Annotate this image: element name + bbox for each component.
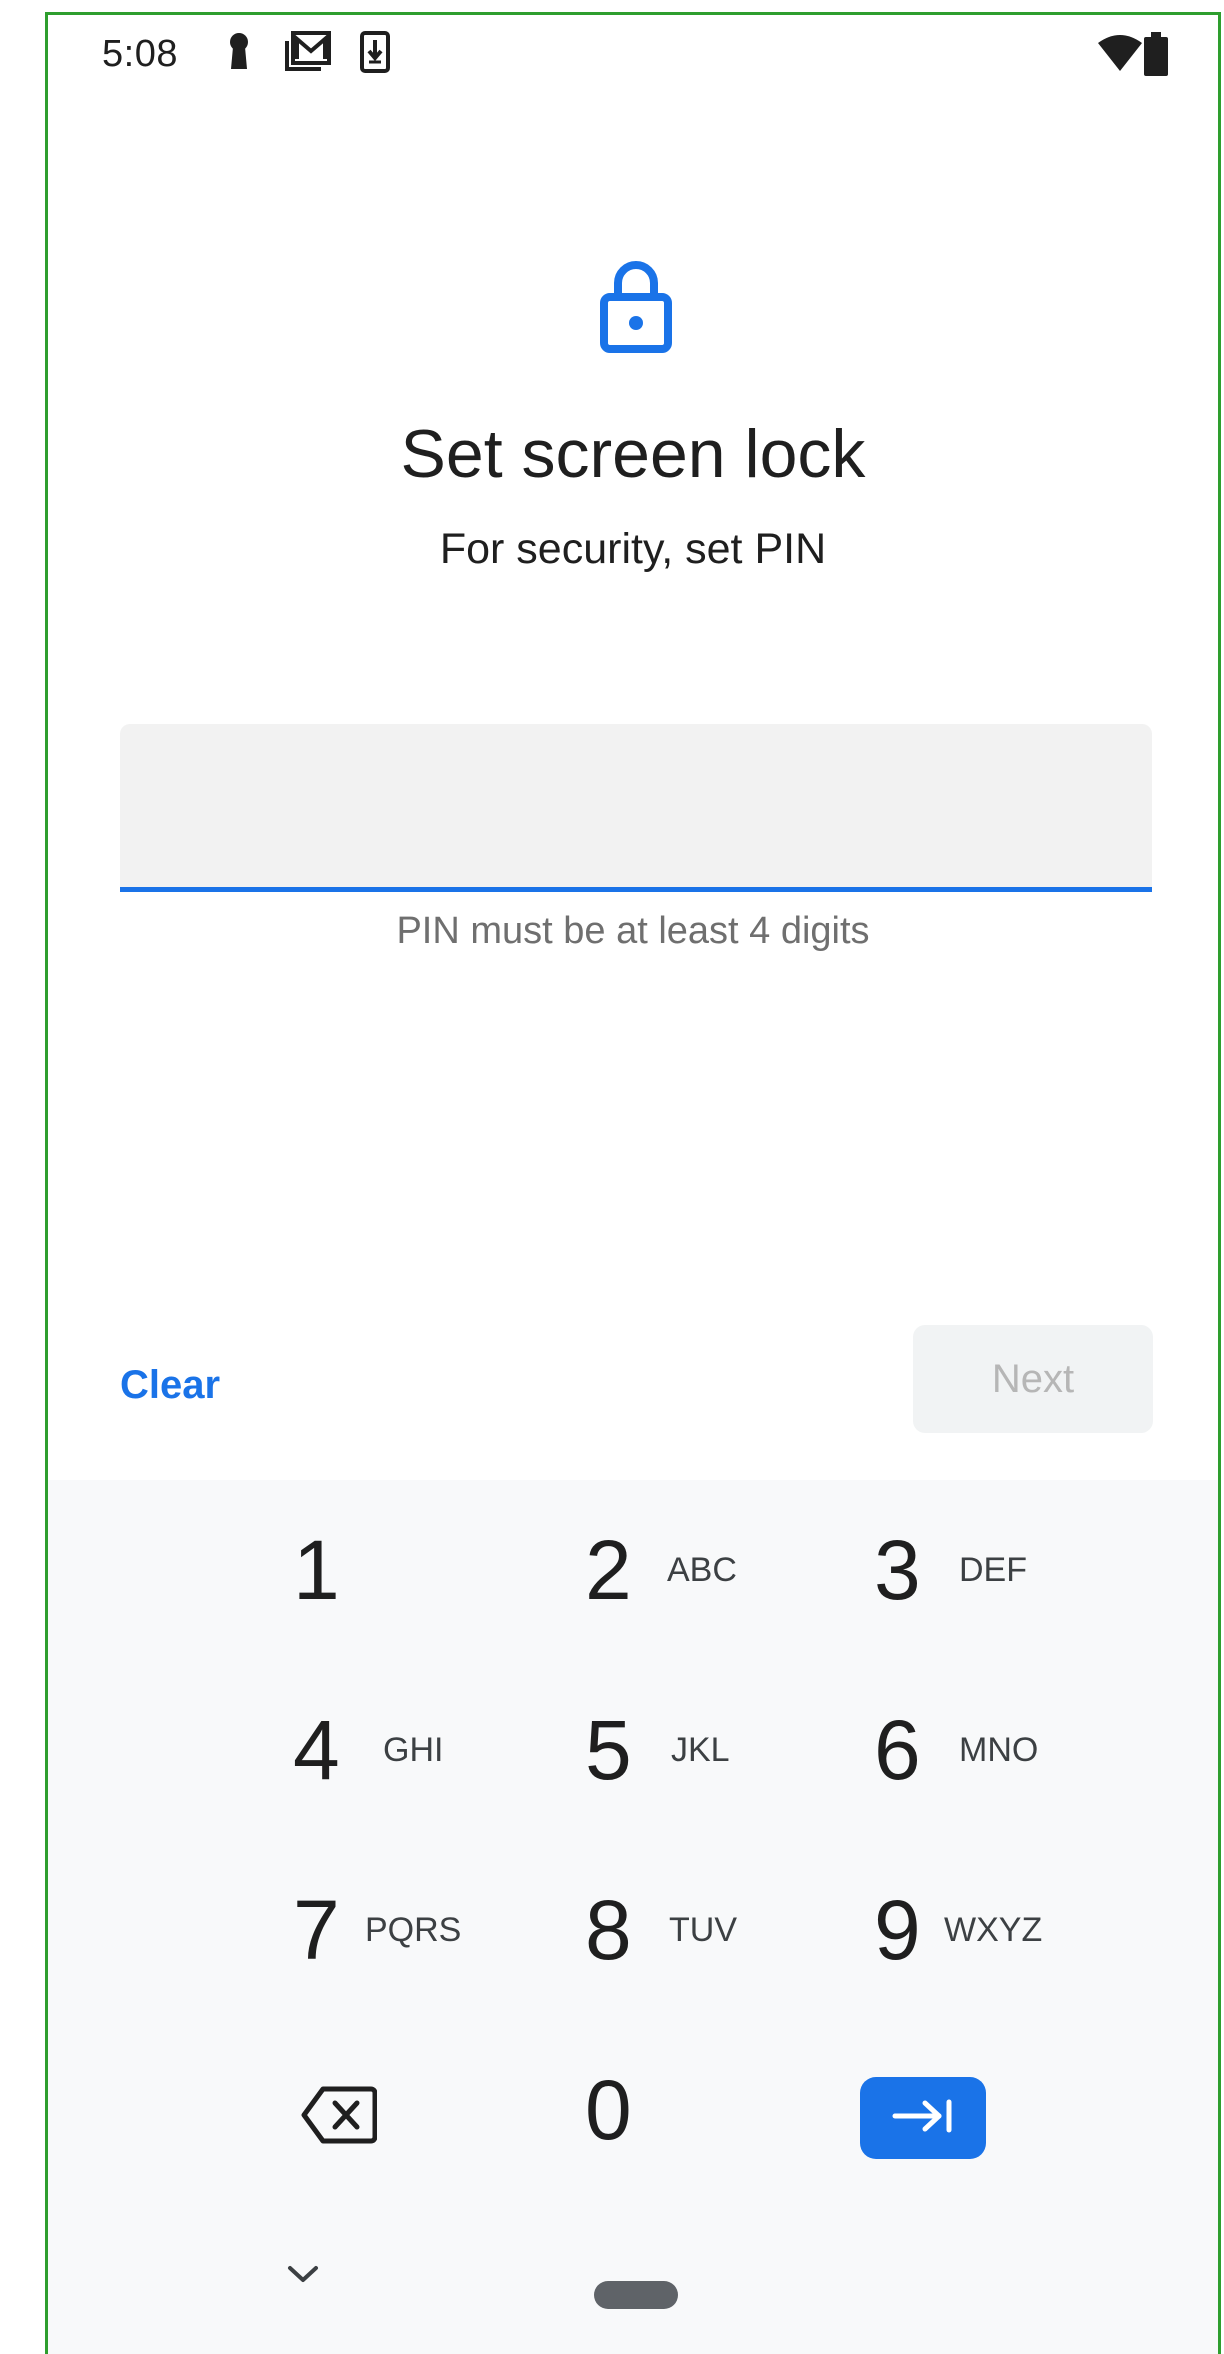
key-8[interactable]: 8 TUV bbox=[585, 1865, 835, 1995]
key-5[interactable]: 5 JKL bbox=[585, 1685, 835, 1815]
mail-icon bbox=[285, 31, 331, 76]
key-digit: 1 bbox=[293, 1523, 340, 1617]
key-3[interactable]: 3 DEF bbox=[874, 1505, 1124, 1635]
home-handle[interactable] bbox=[594, 2281, 678, 2309]
pin-hint: PIN must be at least 4 digits bbox=[396, 910, 870, 952]
lock-icon bbox=[598, 257, 674, 358]
key-digit: 0 bbox=[585, 2063, 632, 2157]
key-4[interactable]: 4 GHI bbox=[293, 1685, 543, 1815]
key-digit: 4 bbox=[293, 1703, 340, 1797]
key-1[interactable]: 1 bbox=[293, 1505, 543, 1635]
status-time: 5:08 bbox=[102, 33, 178, 75]
key-letters: MNO bbox=[959, 1731, 1039, 1769]
next-button[interactable]: Next bbox=[913, 1325, 1153, 1433]
key-letters: WXYZ bbox=[944, 1911, 1043, 1949]
screen-frame: 5:08 Set screen lock For security, set P… bbox=[45, 12, 1221, 2354]
key-letters: JKL bbox=[671, 1731, 730, 1769]
key-digit: 5 bbox=[585, 1703, 632, 1797]
key-letters: ABC bbox=[667, 1551, 737, 1589]
chevron-down-icon[interactable] bbox=[286, 2263, 320, 2290]
keyhole-icon bbox=[225, 31, 253, 76]
done-button[interactable] bbox=[860, 2077, 986, 2159]
status-bar: 5:08 bbox=[48, 15, 1218, 90]
key-6[interactable]: 6 MNO bbox=[874, 1685, 1124, 1815]
numeric-keypad: 1 2 ABC 3 DEF 4 GHI 5 JKL 6 MNO 7 PQRS 8… bbox=[48, 1480, 1218, 2354]
key-2[interactable]: 2 ABC bbox=[585, 1505, 835, 1635]
key-letters: GHI bbox=[383, 1731, 444, 1769]
clear-button[interactable]: Clear bbox=[120, 1363, 220, 1408]
key-digit: 9 bbox=[874, 1883, 921, 1977]
key-7[interactable]: 7 PQRS bbox=[293, 1865, 543, 1995]
pin-field[interactable] bbox=[120, 724, 1156, 892]
key-digit: 2 bbox=[585, 1523, 632, 1617]
key-letters: PQRS bbox=[365, 1911, 462, 1949]
key-digit: 7 bbox=[293, 1883, 340, 1977]
battery-icon bbox=[1144, 32, 1168, 81]
page-title: Set screen lock bbox=[400, 416, 866, 492]
key-digit: 8 bbox=[585, 1883, 632, 1977]
tab-arrow-icon bbox=[891, 2096, 955, 2141]
key-digit: 3 bbox=[874, 1523, 921, 1617]
key-9[interactable]: 9 WXYZ bbox=[874, 1865, 1124, 1995]
backspace-icon[interactable] bbox=[301, 2085, 378, 2150]
key-digit: 6 bbox=[874, 1703, 921, 1797]
pin-input[interactable] bbox=[120, 724, 1156, 889]
key-letters: DEF bbox=[959, 1551, 1027, 1589]
download-icon bbox=[360, 31, 390, 78]
page-subtitle: For security, set PIN bbox=[439, 525, 827, 573]
next-button-label: Next bbox=[991, 1356, 1075, 1401]
key-0[interactable]: 0 bbox=[585, 2045, 835, 2175]
wifi-icon bbox=[1098, 35, 1142, 76]
key-letters: TUV bbox=[669, 1911, 737, 1949]
